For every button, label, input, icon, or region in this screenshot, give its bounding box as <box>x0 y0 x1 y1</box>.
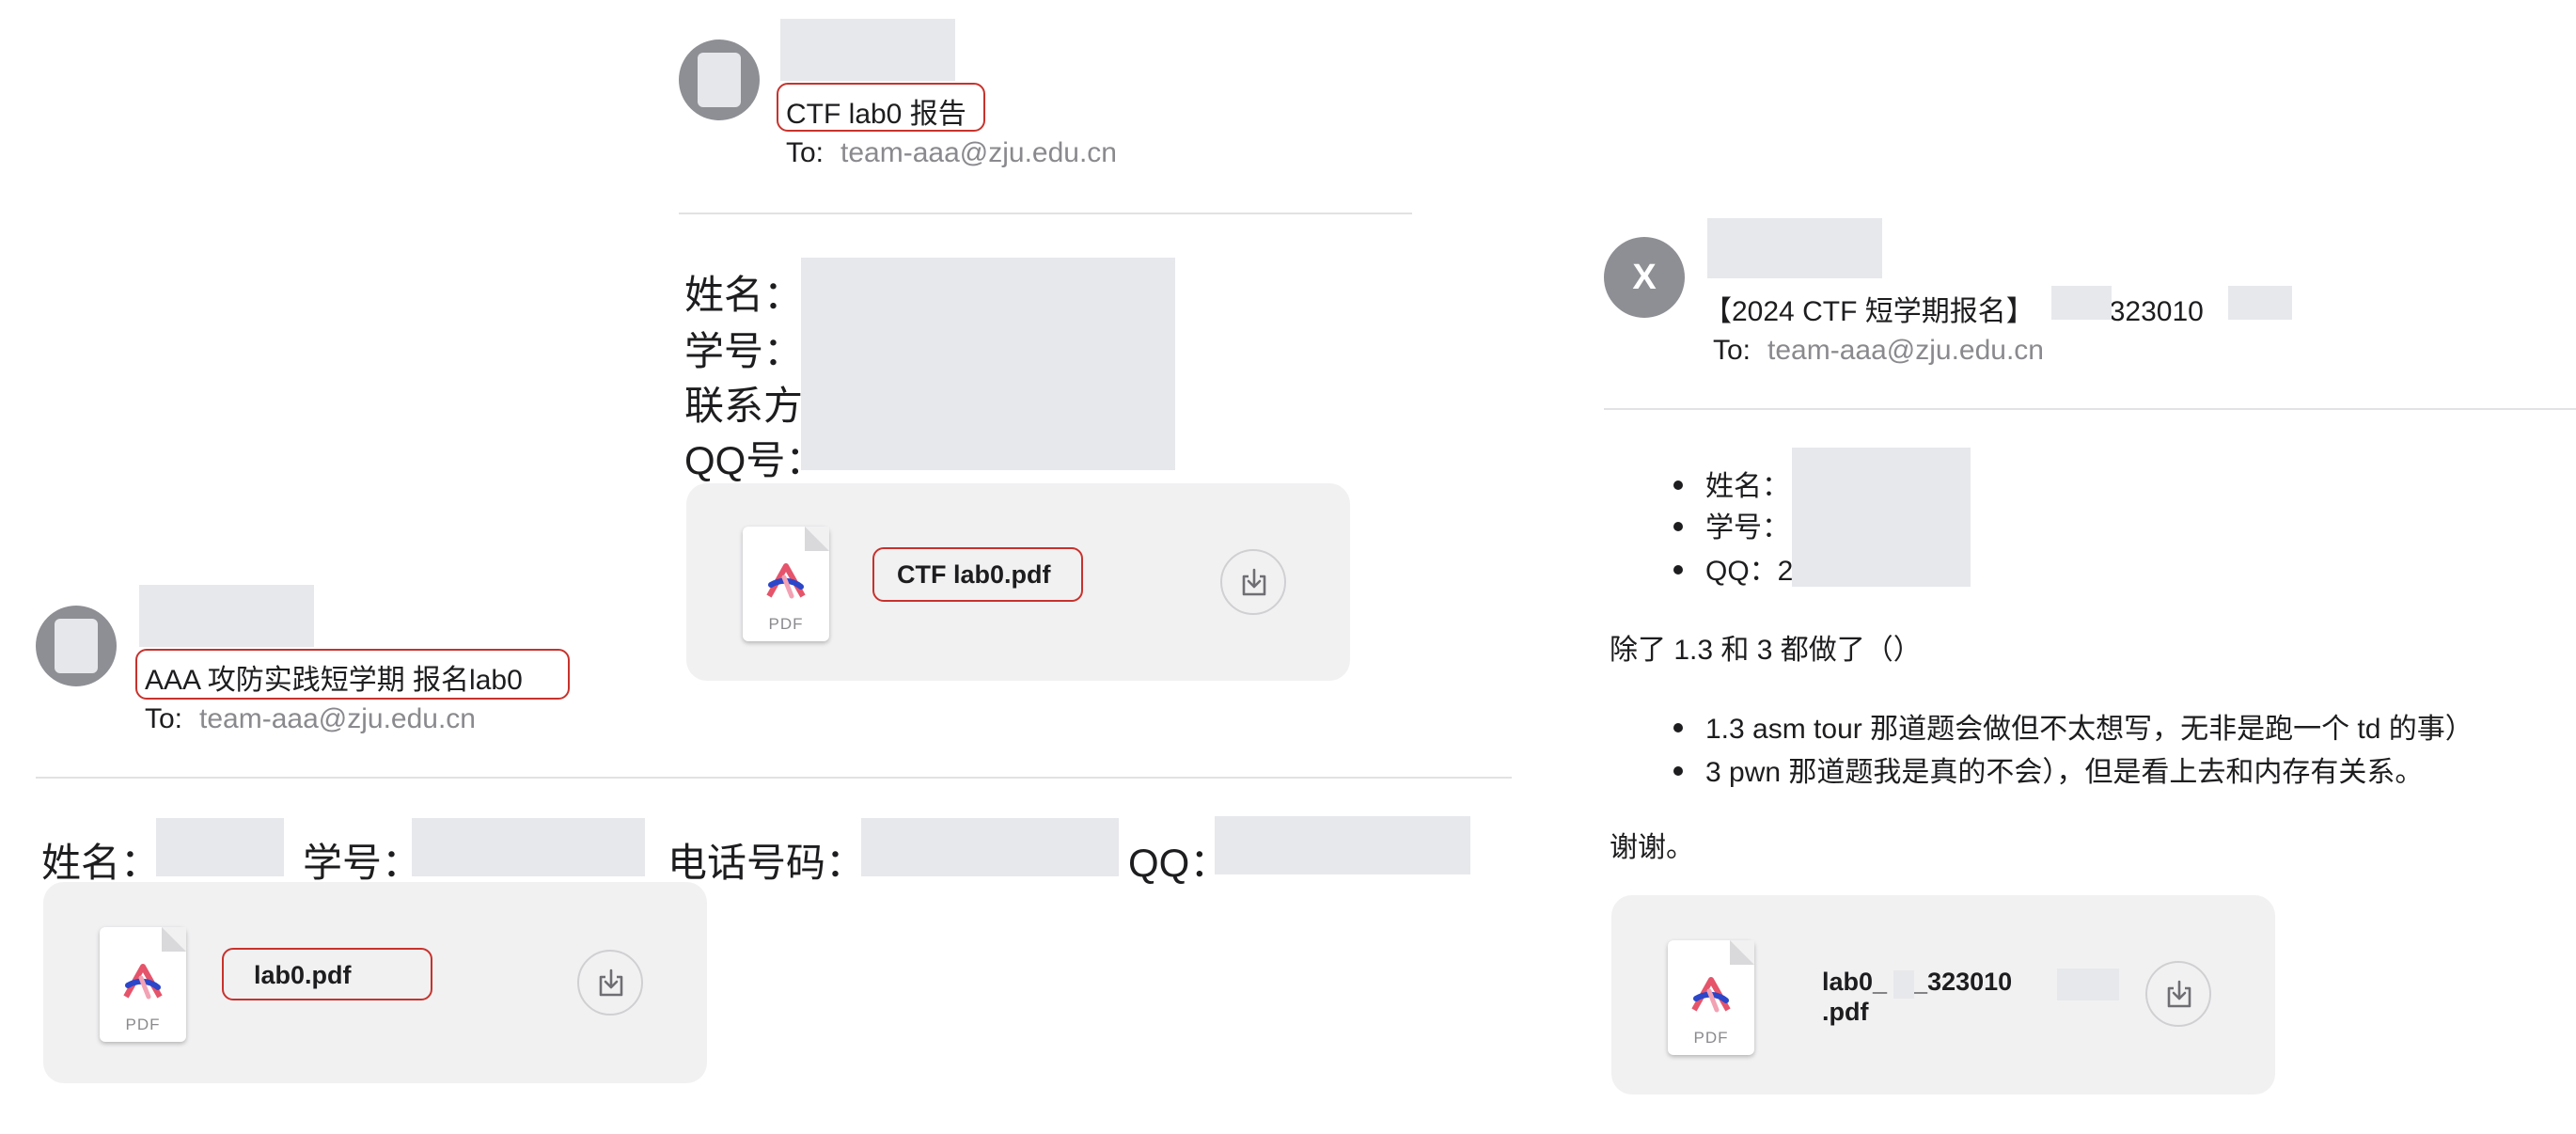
download-button[interactable] <box>1220 549 1286 615</box>
attachment-card[interactable]: PDF lab0.pdf <box>43 882 707 1083</box>
field-phone-label: 电话号码： <box>668 841 866 885</box>
attachment-card[interactable]: PDF lab0_ _323010 .pdf <box>1611 895 2275 1095</box>
file-type-label: PDF <box>768 615 804 633</box>
subject-id: 323010 <box>2109 296 2204 327</box>
redacted-name <box>156 818 284 876</box>
thanks-text: 谢谢。 <box>1610 832 1694 863</box>
download-icon <box>1242 568 1266 596</box>
redacted-phone <box>861 818 1119 876</box>
redacted-filename-part <box>1893 970 1914 999</box>
body-name-label: 姓名： <box>684 273 804 317</box>
note-item: 3 pwn 那道题我是真的不会），但是看上去和内存有关系。 <box>1673 748 2423 790</box>
redacted-filename-part <box>2057 969 2119 1000</box>
field-name-label: 姓名： <box>41 841 161 885</box>
field-id-label: 学号： <box>303 841 422 885</box>
redacted-personal-info <box>1792 448 1971 587</box>
redacted-sender-name <box>780 19 955 81</box>
intro-text: 除了 1.3 和 3 都做了（） <box>1610 635 1922 666</box>
redacted-sender-name <box>1707 218 1882 278</box>
sender-avatar: X <box>1604 237 1685 318</box>
highlight-box <box>872 547 1083 602</box>
sender-avatar <box>36 606 117 686</box>
redacted-sender-name <box>139 585 314 647</box>
download-icon <box>2167 980 2191 1008</box>
redacted-subject-id <box>2228 286 2292 320</box>
attachment-card[interactable]: PDF CTF lab0.pdf <box>686 483 1350 681</box>
acrobat-logo-icon <box>1691 977 1731 1013</box>
subject-prefix: 【2024 CTF 短学期报名】 <box>1704 296 2034 327</box>
body-id-label: 学号： <box>684 329 804 373</box>
pdf-file-icon: PDF <box>100 927 186 1042</box>
redacted-qq <box>1215 816 1470 874</box>
to-label: To: <box>786 137 825 168</box>
highlight-box <box>135 649 570 700</box>
info-item-id: 学号： <box>1673 504 1790 545</box>
recipient-address[interactable]: team-aaa@zju.edu.cn <box>199 703 476 734</box>
body-contact-label: 联系方 <box>684 384 804 428</box>
note-item: 1.3 asm tour 那道题会做但不太想写，无非是跑一个 td 的事） <box>1673 705 2474 747</box>
recipient-address[interactable]: team-aaa@zju.edu.cn <box>840 137 1117 168</box>
header-divider <box>1604 408 2576 410</box>
recipient-row: To: team-aaa@zju.edu.cn <box>1713 335 2044 367</box>
header-divider <box>679 213 1412 214</box>
info-item-qq: QQ：2 <box>1673 547 1793 589</box>
recipient-row: To: team-aaa@zju.edu.cn <box>145 703 476 735</box>
attachment-filename[interactable]: lab0_ _323010 .pdf <box>1822 967 2012 1027</box>
redacted-subject-name <box>2051 286 2112 320</box>
redacted-personal-info <box>801 258 1175 470</box>
highlight-box <box>777 83 985 132</box>
download-icon <box>599 969 623 997</box>
pdf-file-icon: PDF <box>1668 940 1754 1055</box>
email-subject[interactable]: 【2024 CTF 短学期报名】 323010 <box>1704 288 2204 329</box>
acrobat-logo-icon <box>123 964 163 1000</box>
sender-avatar <box>679 39 760 120</box>
avatar-letter: X <box>1632 257 1657 297</box>
info-item-name: 姓名： <box>1673 463 1790 504</box>
recipient-row: To: team-aaa@zju.edu.cn <box>786 137 1117 169</box>
highlight-box <box>222 948 432 1000</box>
redacted-student-id <box>412 818 645 876</box>
to-label: To: <box>1713 335 1751 366</box>
recipient-address[interactable]: team-aaa@zju.edu.cn <box>1767 335 2044 366</box>
download-button[interactable] <box>2145 961 2211 1027</box>
pdf-file-icon: PDF <box>743 527 829 641</box>
file-type-label: PDF <box>1693 1029 1729 1047</box>
file-type-label: PDF <box>125 1016 161 1033</box>
to-label: To: <box>145 703 183 734</box>
acrobat-logo-icon <box>766 563 806 599</box>
header-divider <box>36 777 1512 779</box>
download-button[interactable] <box>577 950 643 1016</box>
